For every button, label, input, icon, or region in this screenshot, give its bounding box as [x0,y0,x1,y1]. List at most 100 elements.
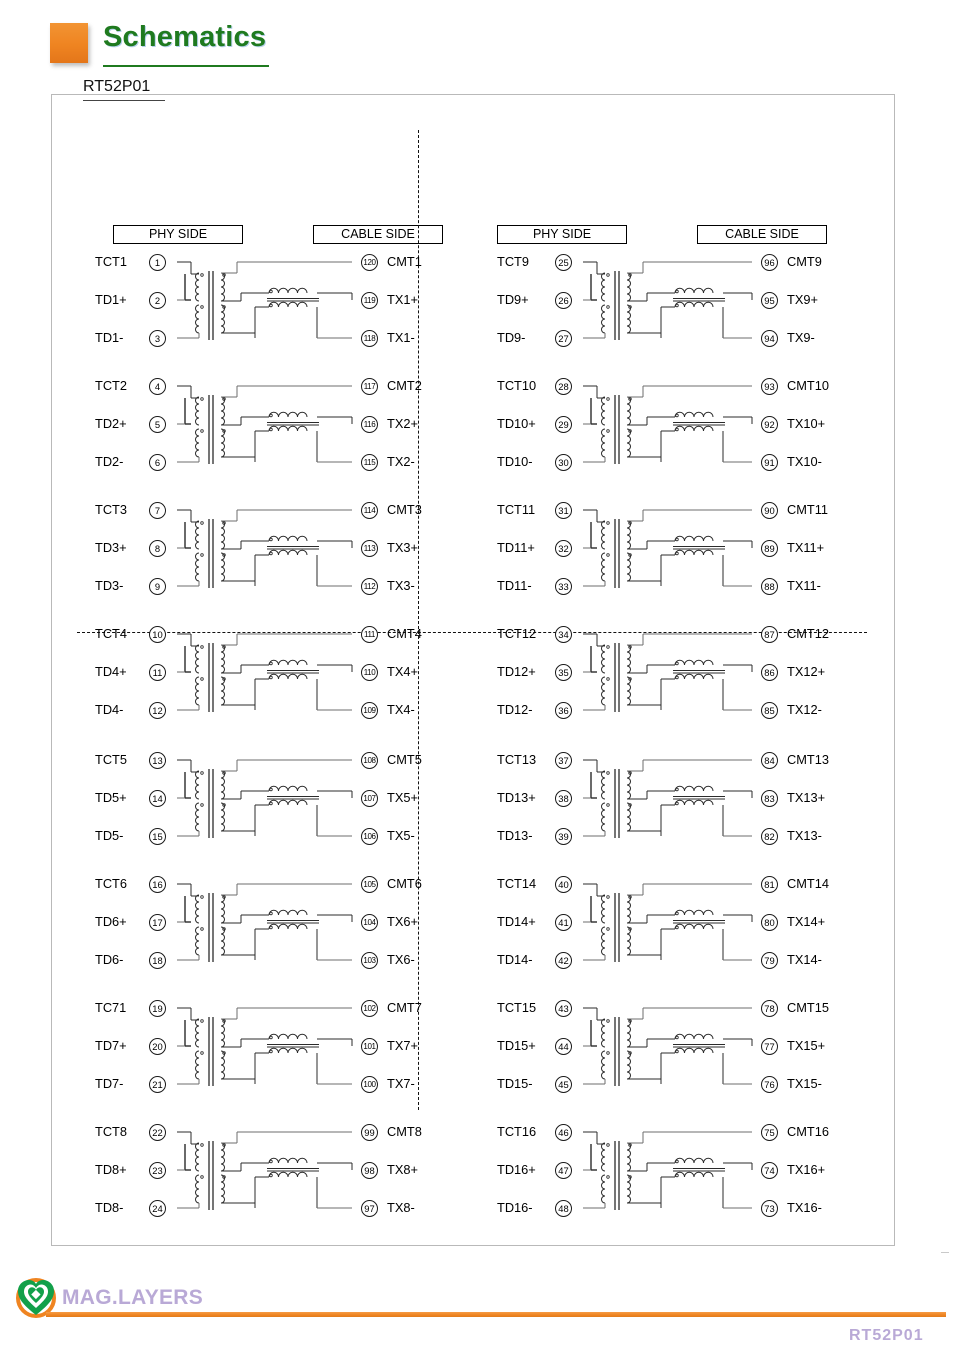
cable-pin-number: 93 [761,377,778,395]
vertical-divider [418,130,419,1110]
cable-pin-label: CMT16 [787,1124,829,1139]
cable-pin-label: TX16- [787,1200,822,1215]
phy-pin-number: 38 [555,789,572,807]
phy-pin-label: TD11- [497,578,532,593]
phy-pin-number: 48 [555,1199,572,1217]
cable-pin-number: 102 [361,999,378,1017]
cable-pin-label: TX6+ [387,914,418,929]
transformer-schematic [583,385,753,464]
cable-pin-number: 113 [361,539,378,557]
cable-pin-label: CMT14 [787,876,829,891]
cable-pin-number: 110 [361,663,378,681]
part-number-underline [83,100,165,101]
phy-pin-number: 39 [555,827,572,845]
cable-pin-label: TX15- [787,1076,822,1091]
phy-pin-number: 11 [149,663,166,681]
cable-pin-number: 83 [761,789,778,807]
phy-pin-number: 22 [149,1123,166,1141]
cable-pin-number: 104 [361,913,378,931]
phy-pin-number: 20 [149,1037,166,1055]
phy-pin-label: TCT16 [497,1124,537,1139]
phy-pin-number: 16 [149,875,166,893]
cable-pin-number: 76 [761,1075,778,1093]
cable-pin-number: 78 [761,999,778,1017]
cable-pin-label: TX2+ [387,416,418,431]
phy-pin-number: 40 [555,875,572,893]
transformer-schematic [177,1131,353,1210]
phy-pin-number: 23 [149,1161,166,1179]
transformer-schematic [583,883,753,962]
phy-pin-number: 42 [555,951,572,969]
orange-square-icon [50,23,88,63]
phy-pin-label: TD8- [95,1200,124,1215]
phy-pin-label: TCT5 [95,752,127,767]
phy-pin-number: 47 [555,1161,572,1179]
cable-pin-number: 73 [761,1199,778,1217]
cable-pin-number: 103 [361,951,378,969]
transformer-schematic [177,509,353,588]
cable-pin-label: TX3- [387,578,415,593]
transformer-schematic [583,633,753,712]
cable-pin-number: 109 [361,701,378,719]
phy-pin-label: TD1- [95,330,124,345]
cable-pin-number: 77 [761,1037,778,1055]
phy-pin-label: TD6+ [95,914,127,929]
phy-pin-number: 13 [149,751,166,769]
cable-pin-number: 85 [761,701,778,719]
cable-pin-label: CMT1 [387,254,422,269]
cable-pin-label: TX12- [787,702,822,717]
cable-pin-number: 112 [361,577,378,595]
transformer-schematic [583,509,753,588]
cable-pin-label: CMT2 [387,378,422,393]
footer-bar [46,1312,946,1317]
cable-pin-label: TX8- [387,1200,415,1215]
column-header-cable-left: CABLE SIDE [313,225,443,244]
phy-pin-label: TD9- [497,330,526,345]
cable-pin-label: TX10+ [787,416,826,431]
cable-pin-label: TX11+ [787,540,825,555]
phy-pin-number: 31 [555,501,572,519]
cable-pin-label: TX5- [387,828,415,843]
cable-pin-label: TX13+ [787,790,826,805]
phy-pin-label: TD6- [95,952,124,967]
phy-pin-label: TD10- [497,454,533,469]
cable-pin-number: 101 [361,1037,378,1055]
cable-pin-label: TX3+ [387,540,418,555]
phy-pin-number: 29 [555,415,572,433]
phy-pin-label: TD16+ [497,1162,536,1177]
phy-pin-label: TCT11 [497,502,536,517]
cable-pin-label: TX11- [787,578,821,593]
transformer-schematic [583,759,753,838]
phy-pin-number: 26 [555,291,572,309]
cable-pin-number: 80 [761,913,778,931]
phy-pin-label: TD15+ [497,1038,536,1053]
phy-pin-label: TD4- [95,702,124,717]
phy-pin-number: 7 [149,501,166,519]
phy-pin-label: TD13+ [497,790,536,805]
transformer-schematic [177,261,353,340]
phy-pin-label: TD2- [95,454,124,469]
phy-pin-number: 10 [149,625,166,643]
phy-pin-number: 19 [149,999,166,1017]
phy-pin-number: 17 [149,913,166,931]
cable-pin-number: 90 [761,501,778,519]
cable-pin-label: TX1- [387,330,415,345]
phy-pin-label: TD7+ [95,1038,127,1053]
cable-pin-label: TX10- [787,454,822,469]
phy-pin-number: 41 [555,913,572,931]
phy-pin-label: TD10+ [497,416,536,431]
phy-pin-number: 12 [149,701,166,719]
cable-pin-number: 98 [361,1161,378,1179]
cable-pin-label: CMT10 [787,378,829,393]
cable-pin-number: 111 [361,625,378,643]
page-title: Schematics [103,21,267,53]
cable-pin-label: CMT3 [387,502,422,517]
phy-pin-label: TD1+ [95,292,127,307]
phy-pin-label: TD4+ [95,664,127,679]
phy-pin-label: TCT14 [497,876,537,891]
phy-pin-label: TCT13 [497,752,537,767]
phy-pin-label: TD11+ [497,540,535,555]
column-header-phy-right: PHY SIDE [497,225,627,244]
phy-pin-label: TD3- [95,578,124,593]
phy-pin-number: 15 [149,827,166,845]
